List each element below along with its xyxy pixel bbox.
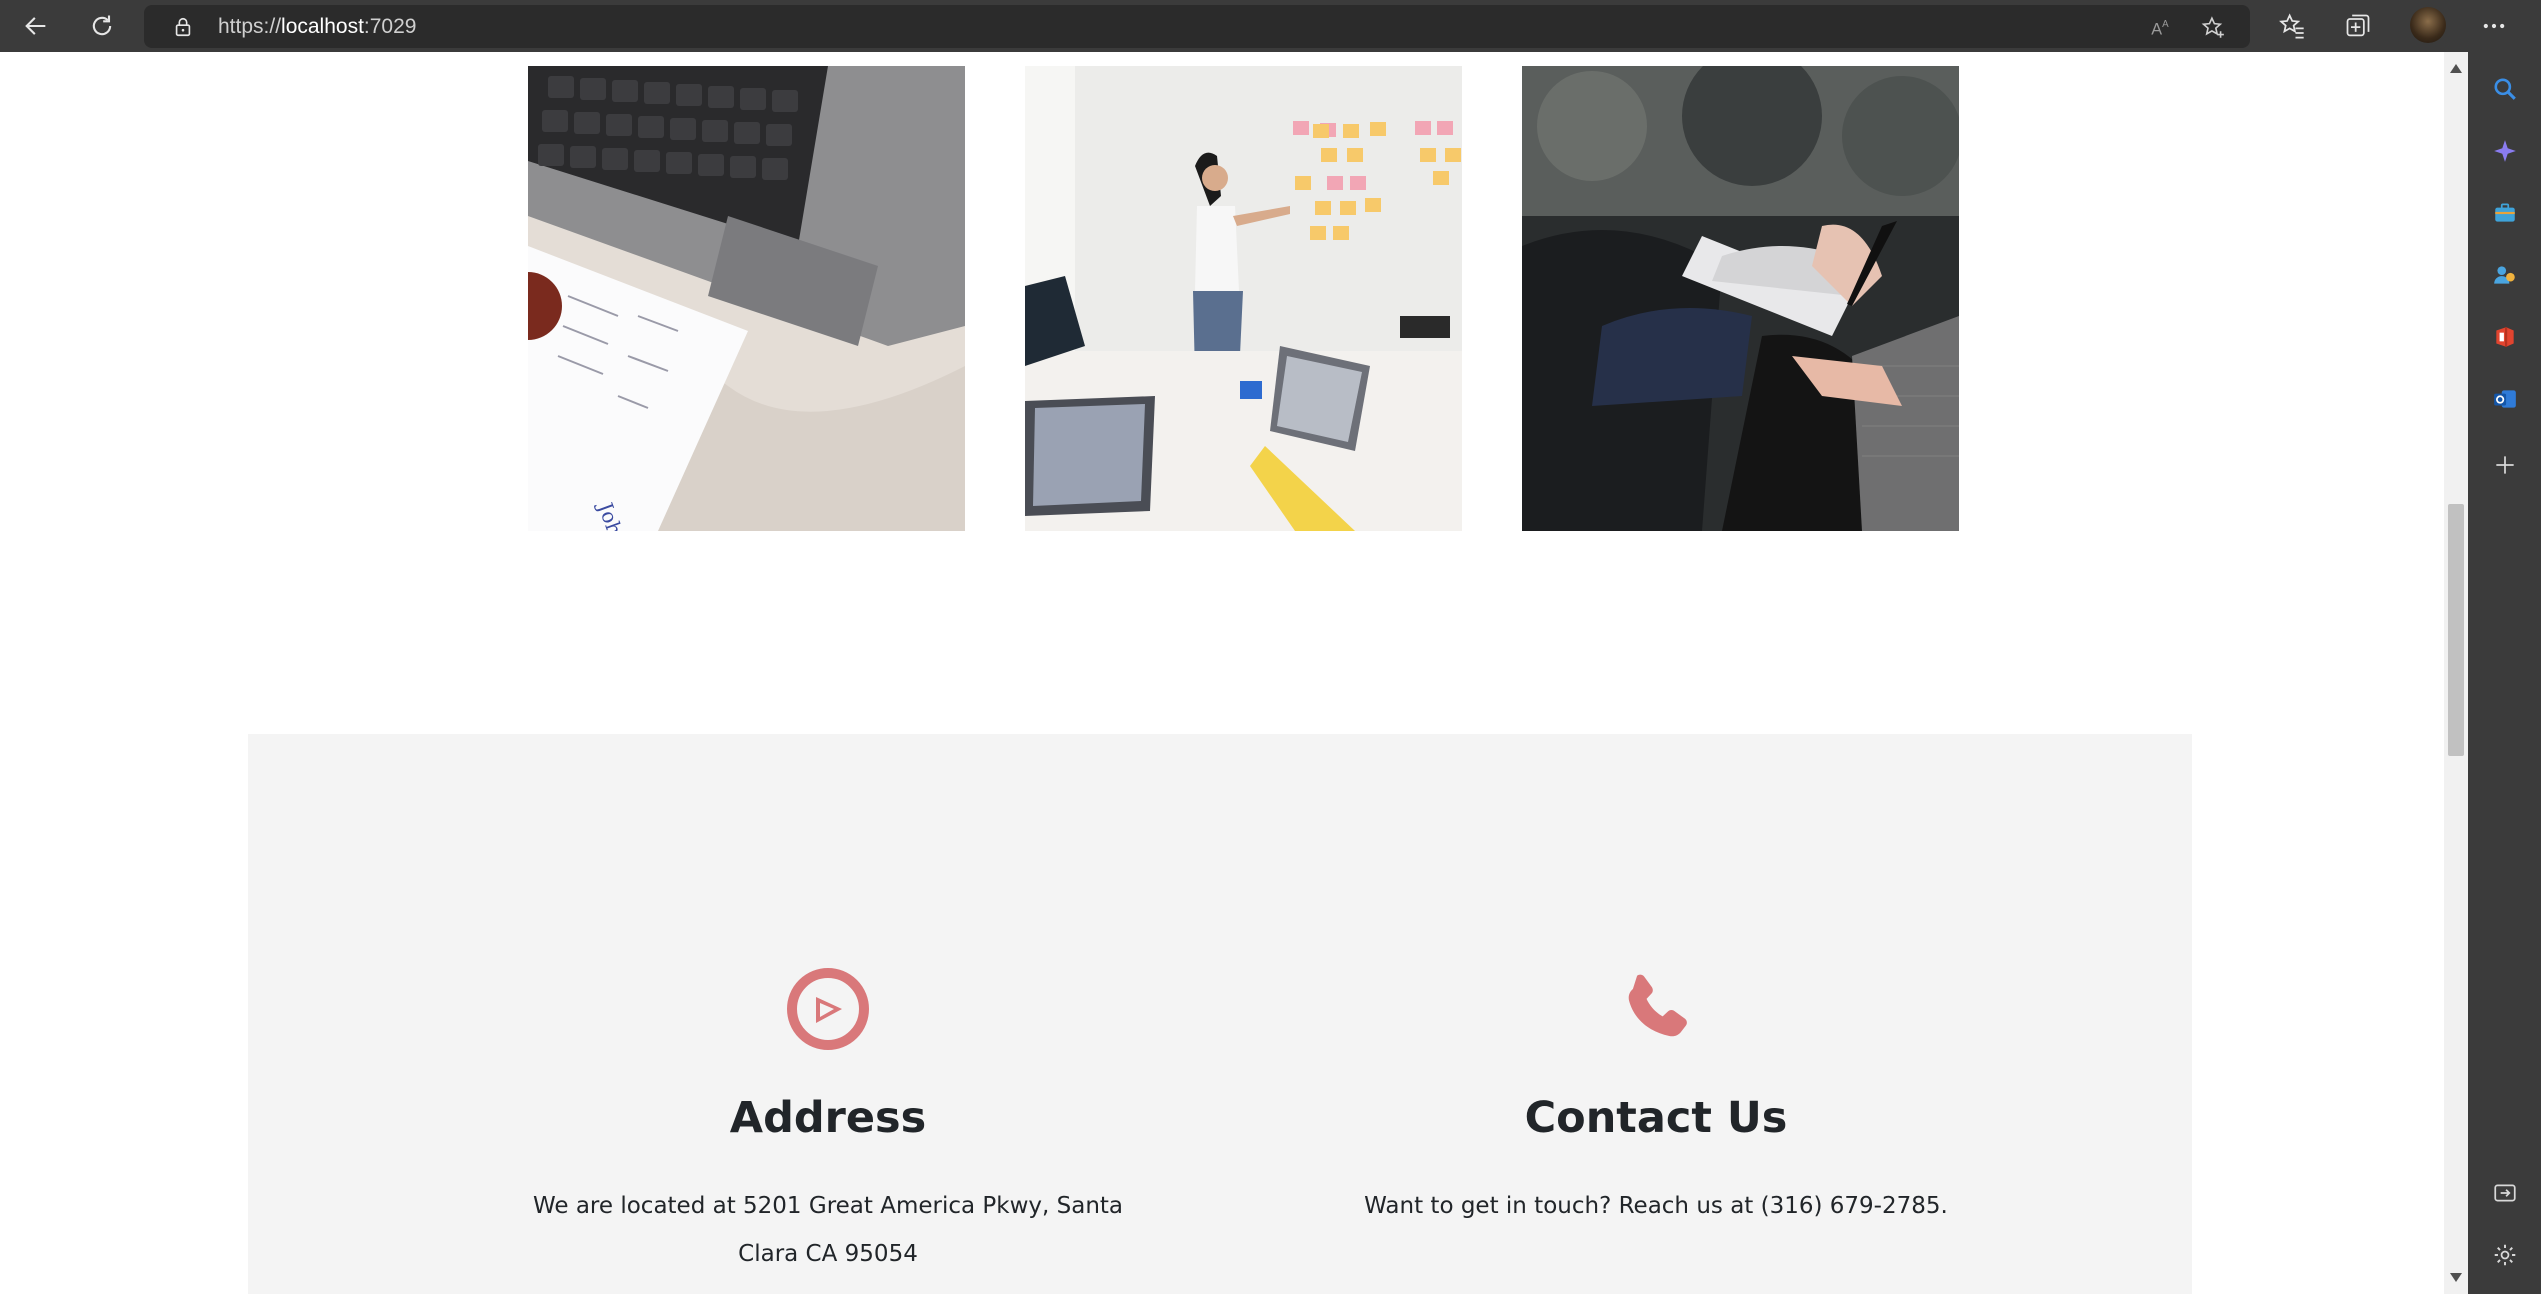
url-scheme: https:// bbox=[218, 15, 282, 38]
browser-toolbar: https://localhost:7029 AA bbox=[0, 0, 2541, 52]
sidebar-outlook-button[interactable] bbox=[2490, 384, 2520, 414]
whiteboard-sticky-notes-photo bbox=[1025, 66, 1462, 531]
read-aloud-icon[interactable]: AA bbox=[2148, 15, 2174, 41]
sidebar-copilot-button[interactable] bbox=[2490, 136, 2520, 166]
people-icon bbox=[2494, 266, 2515, 284]
plus-icon bbox=[2496, 456, 2514, 474]
scroll-down-arrow[interactable] bbox=[2450, 1273, 2462, 1282]
address-column: Address We are located at 5201 Great Ame… bbox=[478, 964, 1178, 1278]
office-icon bbox=[2496, 327, 2514, 347]
map-marker-icon bbox=[787, 968, 869, 1050]
arrow-left-icon bbox=[25, 17, 46, 35]
svg-text:A: A bbox=[2151, 21, 2162, 39]
briefcase-icon bbox=[2495, 203, 2515, 222]
laptop-resume-photo: John Doe bbox=[528, 66, 965, 531]
refresh-icon bbox=[92, 15, 112, 36]
add-favorite-icon[interactable] bbox=[2200, 15, 2226, 41]
url-host: localhost bbox=[281, 15, 364, 38]
info-section: Address We are located at 5201 Great Ame… bbox=[248, 734, 2192, 1294]
address-bar[interactable]: https://localhost:7029 AA bbox=[144, 5, 2250, 48]
sidebar-search-button[interactable] bbox=[2490, 74, 2520, 104]
contact-text: Want to get in touch? Reach us at (316) … bbox=[1364, 1193, 1948, 1219]
outlook-icon bbox=[2494, 390, 2516, 408]
gear-icon bbox=[2494, 1244, 2516, 1266]
contact-title: Contact Us bbox=[1524, 1093, 1788, 1143]
scroll-thumb[interactable] bbox=[2448, 504, 2464, 756]
profile-avatar[interactable] bbox=[2410, 7, 2446, 43]
sidebar-office-button[interactable] bbox=[2490, 322, 2520, 352]
refresh-button[interactable] bbox=[82, 6, 122, 46]
search-icon bbox=[2494, 78, 2516, 100]
more-options-icon bbox=[2483, 23, 2505, 29]
sidebar-collapse-icon bbox=[2494, 1184, 2516, 1202]
contact-column: Contact Us Want to get in touch? Reach u… bbox=[1306, 964, 2006, 1230]
url-port: :7029 bbox=[363, 15, 417, 38]
favorites-icon bbox=[2279, 13, 2304, 39]
svg-text:A: A bbox=[2162, 19, 2169, 30]
sidebar-add-button[interactable] bbox=[2490, 450, 2520, 480]
sparkle-icon bbox=[2494, 140, 2516, 162]
sidebar-hide-button[interactable] bbox=[2490, 1178, 2520, 1208]
page-scrollbar[interactable] bbox=[2444, 52, 2468, 1294]
url-text[interactable]: https://localhost:7029 bbox=[218, 5, 416, 48]
favorites-button[interactable] bbox=[2276, 10, 2308, 42]
more-options-button[interactable] bbox=[2478, 10, 2510, 42]
phone-icon bbox=[1628, 974, 1687, 1037]
sidebar-shopping-button[interactable] bbox=[2490, 198, 2520, 228]
scroll-up-arrow[interactable] bbox=[2450, 64, 2462, 73]
address-text: We are located at 5201 Great America Pkw… bbox=[532, 1193, 1124, 1267]
back-button[interactable] bbox=[16, 6, 56, 46]
address-title: Address bbox=[729, 1093, 927, 1143]
sidebar-games-button[interactable] bbox=[2490, 260, 2520, 290]
collections-icon bbox=[2346, 14, 2370, 37]
page-content: John Doe bbox=[0, 52, 2444, 1294]
sidebar-settings-button[interactable] bbox=[2490, 1240, 2520, 1270]
browser-sidebar bbox=[2468, 52, 2541, 1294]
collections-button[interactable] bbox=[2342, 10, 2374, 42]
people-taking-notes-photo bbox=[1522, 66, 1959, 531]
lock-icon[interactable] bbox=[172, 16, 194, 38]
